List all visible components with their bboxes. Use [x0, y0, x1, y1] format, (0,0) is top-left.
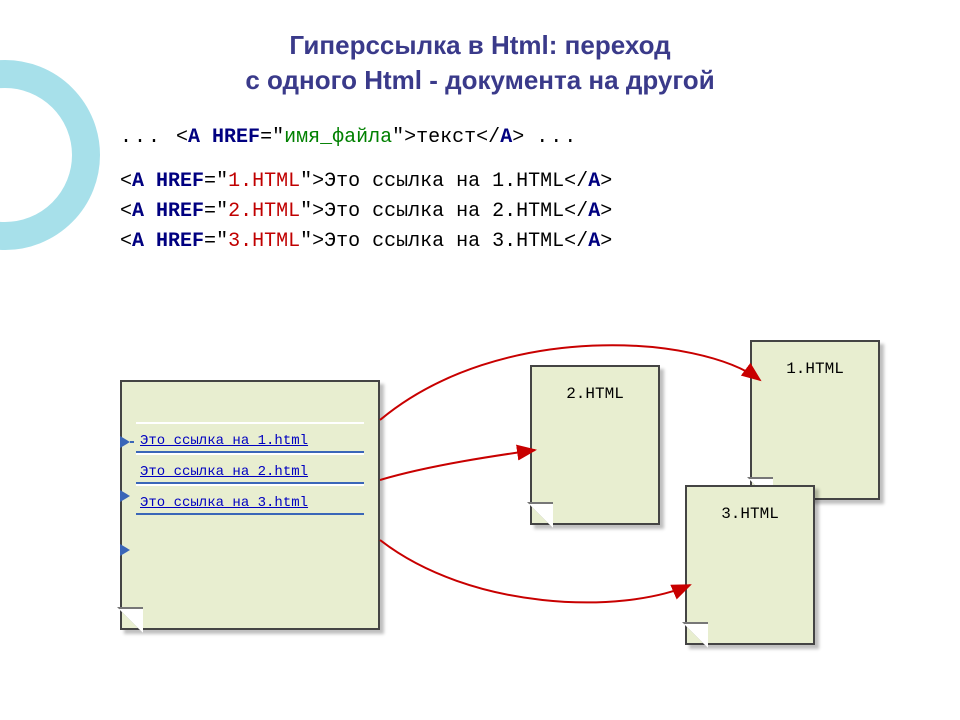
example-line-3: <A HREF="3.HTML">Это ссылка на 3.HTML</A… — [120, 227, 960, 257]
ellipsis-right: ... — [536, 126, 578, 149]
slide-title: Гиперссылка в Html: переход с одного Htm… — [0, 0, 960, 98]
doc-label-1: 1.HTML — [786, 360, 844, 378]
example-line-2: <A HREF="2.HTML">Это ссылка на 2.HTML</A… — [120, 197, 960, 227]
arrow-icon — [120, 544, 130, 556]
arrow-icon — [120, 490, 130, 502]
close-gt: > — [512, 126, 524, 149]
diagram-area: Это ссылка на 1.html Это ссылка на 2.htm… — [0, 330, 960, 710]
dog-ear-icon — [527, 502, 553, 528]
equals: = — [260, 126, 272, 149]
dog-ear-icon — [682, 622, 708, 648]
tag-a: A — [188, 126, 200, 149]
example-line-1: <A HREF="1.HTML">Это ссылка на 1.HTML</A… — [120, 167, 960, 197]
target-doc-2: 2.HTML — [530, 365, 660, 525]
title-line-2: с одного Html - документа на другой — [245, 65, 714, 95]
close-tag-a: A — [500, 126, 512, 149]
code-block: ... <A HREF="имя_файла">текст</A> ... <A… — [120, 123, 960, 257]
gt: > — [404, 126, 416, 149]
title-line-1: Гиперссылка в Html: переход — [289, 30, 670, 60]
source-link-3: Это ссылка на 3.html — [136, 484, 364, 515]
link-text-placeholder: текст — [416, 126, 476, 149]
doc-label-2: 2.HTML — [566, 385, 624, 403]
source-link-1: Это ссылка на 1.html — [136, 422, 364, 453]
target-doc-3: 3.HTML — [685, 485, 815, 645]
doc-label-3: 3.HTML — [721, 505, 779, 523]
source-link-2: Это ссылка на 2.html — [136, 453, 364, 484]
quote-close: " — [392, 126, 404, 149]
syntax-line: ... <A HREF="имя_файла">текст</A> ... — [120, 123, 960, 153]
tick-line — [130, 441, 134, 443]
attr-href: HREF — [200, 126, 260, 149]
quote-open: " — [272, 126, 284, 149]
target-doc-1: 1.HTML — [750, 340, 880, 500]
dog-ear-icon — [117, 607, 143, 633]
source-document: Это ссылка на 1.html Это ссылка на 2.htm… — [120, 380, 380, 630]
file-placeholder: имя_файла — [284, 126, 392, 149]
tag-open: < — [176, 126, 188, 149]
arrow-icon — [120, 436, 130, 448]
close-tag-open: </ — [476, 126, 500, 149]
ellipsis-left: ... — [120, 126, 176, 149]
